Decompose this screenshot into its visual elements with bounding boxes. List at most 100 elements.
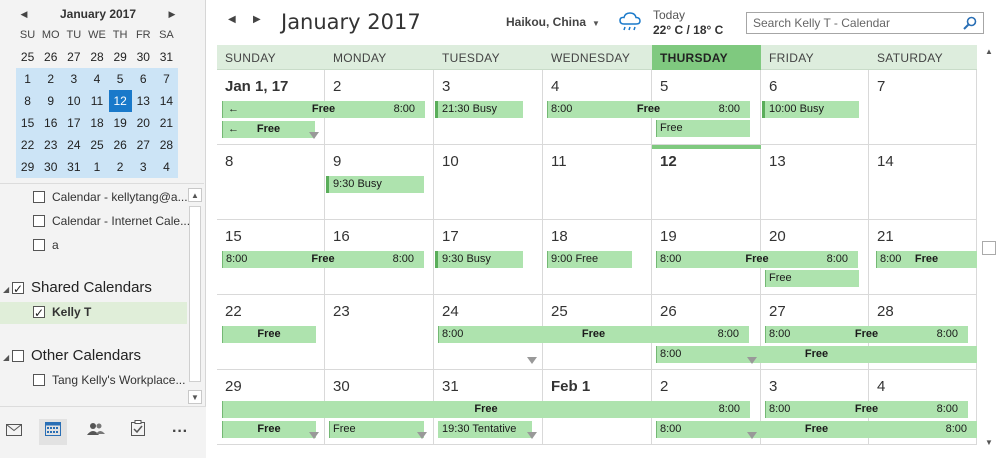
free-event[interactable]: 8:00 Free 8:00 [219, 251, 424, 268]
mini-day[interactable]: 9 [39, 90, 63, 112]
free-event[interactable]: 8:00 Free 8:00 [762, 401, 968, 418]
checkbox[interactable] [12, 349, 24, 362]
free-event[interactable]: 8:00 Free 8:00 [653, 251, 858, 268]
mini-day[interactable]: 8 [16, 90, 40, 112]
checkbox[interactable] [33, 190, 45, 203]
mini-day[interactable]: 26 [108, 134, 132, 156]
calendar-folder-item[interactable]: a [33, 235, 59, 255]
free-event[interactable]: ← Free [219, 121, 315, 138]
calendar-scrollbar[interactable]: ▲ ▼ [981, 45, 997, 450]
calendar-folder-item[interactable]: Calendar - kellytang@a... [33, 187, 188, 207]
mini-day[interactable]: 13 [131, 90, 155, 112]
mini-day[interactable]: 23 [39, 134, 63, 156]
more-events-arrow-icon[interactable] [309, 132, 319, 139]
next-month-arrow-icon[interactable]: ▶ [164, 4, 180, 24]
day-cell[interactable]: 23 [325, 295, 434, 370]
more-options-icon[interactable]: ··· [166, 419, 194, 445]
mini-day[interactable]: 31 [62, 156, 86, 178]
free-event[interactable]: ← Free 8:00 [219, 101, 425, 118]
mini-day[interactable]: 15 [16, 112, 40, 134]
mini-day[interactable]: 26 [39, 46, 62, 68]
scroll-up-icon[interactable]: ▲ [982, 45, 996, 59]
other-calendars-group[interactable]: ◢ Other Calendars [3, 346, 141, 366]
tasks-icon[interactable] [124, 419, 152, 445]
free-event[interactable]: 8:00 Free 8:00 [435, 326, 749, 343]
mini-day[interactable]: 3 [131, 156, 155, 178]
free-event[interactable]: Free [326, 421, 424, 438]
shared-calendars-group[interactable]: ◢ Shared Calendars [3, 278, 152, 300]
mini-day[interactable]: 27 [131, 134, 155, 156]
mini-day[interactable]: 31 [155, 46, 178, 68]
collapse-arrow-icon[interactable]: ◢ [3, 280, 9, 300]
free-event[interactable]: Free [219, 326, 316, 343]
mini-day[interactable]: 11 [85, 90, 109, 112]
more-events-arrow-icon[interactable] [747, 432, 757, 439]
day-cell[interactable]: 7 [869, 70, 977, 145]
busy-event[interactable]: 9:30 Busy [435, 251, 523, 268]
scroll-down-icon[interactable]: ▼ [982, 436, 996, 450]
mini-day[interactable]: 1 [16, 68, 40, 90]
checkbox[interactable] [33, 373, 45, 386]
day-cell[interactable]: 12 [652, 145, 761, 220]
mini-day[interactable]: 4 [85, 68, 109, 90]
next-month-icon[interactable]: ▶ [253, 14, 261, 25]
free-event[interactable]: 8:00 Free [873, 251, 977, 268]
mini-day[interactable]: 30 [132, 46, 155, 68]
more-events-arrow-icon[interactable] [527, 357, 537, 364]
mini-day[interactable]: 28 [85, 46, 108, 68]
mini-day[interactable]: 7 [154, 68, 178, 90]
mini-day[interactable]: 25 [16, 46, 39, 68]
day-cell[interactable]: 11 [543, 145, 652, 220]
day-cell[interactable]: 13 [761, 145, 869, 220]
mini-day[interactable]: 10 [62, 90, 86, 112]
mini-day[interactable]: 14 [154, 90, 178, 112]
busy-event[interactable]: 21:30 Busy [435, 101, 523, 118]
people-icon[interactable] [82, 419, 110, 445]
free-event[interactable]: 8:00 Free [653, 346, 977, 363]
mini-day[interactable]: 4 [154, 156, 178, 178]
mini-day[interactable]: 18 [85, 112, 109, 134]
previous-month-arrow-icon[interactable]: ◀ [16, 4, 32, 24]
search-icon[interactable] [963, 16, 977, 30]
mini-day[interactable]: 28 [154, 134, 178, 156]
mini-day[interactable]: 20 [131, 112, 155, 134]
calendar-icon[interactable] [39, 419, 67, 445]
mini-day[interactable]: 19 [108, 112, 132, 134]
mini-day[interactable]: 29 [109, 46, 132, 68]
mini-day[interactable]: 6 [131, 68, 155, 90]
more-events-arrow-icon[interactable] [309, 432, 319, 439]
day-cell[interactable]: 8 [217, 145, 325, 220]
busy-event[interactable]: 10:00 Busy [762, 101, 859, 118]
collapse-arrow-icon[interactable]: ◢ [3, 348, 9, 368]
day-cell[interactable]: 14 [869, 145, 977, 220]
tentative-event[interactable]: 19:30 Tentative [435, 421, 532, 438]
checkbox[interactable] [12, 279, 24, 299]
mini-day[interactable]: 2 [39, 68, 63, 90]
mini-day[interactable]: 12 [108, 90, 132, 112]
calendar-folder-item[interactable]: Calendar - Internet Cale... [33, 211, 190, 231]
folder-scrollbar[interactable]: ▲ ▼ [188, 188, 202, 404]
previous-month-icon[interactable]: ◀ [228, 14, 236, 25]
mini-day[interactable]: 29 [16, 156, 40, 178]
scroll-down-icon[interactable]: ▼ [188, 390, 202, 404]
mini-day[interactable]: 2 [108, 156, 132, 178]
mini-day[interactable]: 27 [62, 46, 85, 68]
more-events-arrow-icon[interactable] [417, 432, 427, 439]
busy-event[interactable]: 9:30 Busy [326, 176, 424, 193]
mail-icon[interactable] [0, 419, 28, 445]
free-event[interactable]: 8:00 Free 8:00 [544, 101, 750, 118]
mini-day[interactable]: 1 [85, 156, 109, 178]
mini-day[interactable]: 30 [39, 156, 63, 178]
mini-day[interactable]: 24 [62, 134, 86, 156]
free-event[interactable]: Free [653, 120, 750, 137]
free-event[interactable]: Free [762, 270, 859, 287]
more-events-arrow-icon[interactable] [527, 432, 537, 439]
free-event[interactable]: 8:00 Free 8:00 [762, 326, 968, 343]
mini-day[interactable]: 25 [85, 134, 109, 156]
mini-day[interactable]: 3 [62, 68, 86, 90]
free-event[interactable]: 9:00 Free [544, 251, 632, 268]
scroll-up-icon[interactable]: ▲ [188, 188, 202, 202]
location-selector[interactable]: Haikou, China ▼ [506, 15, 600, 29]
mini-day[interactable]: 5 [108, 68, 132, 90]
checkbox[interactable] [33, 303, 45, 323]
